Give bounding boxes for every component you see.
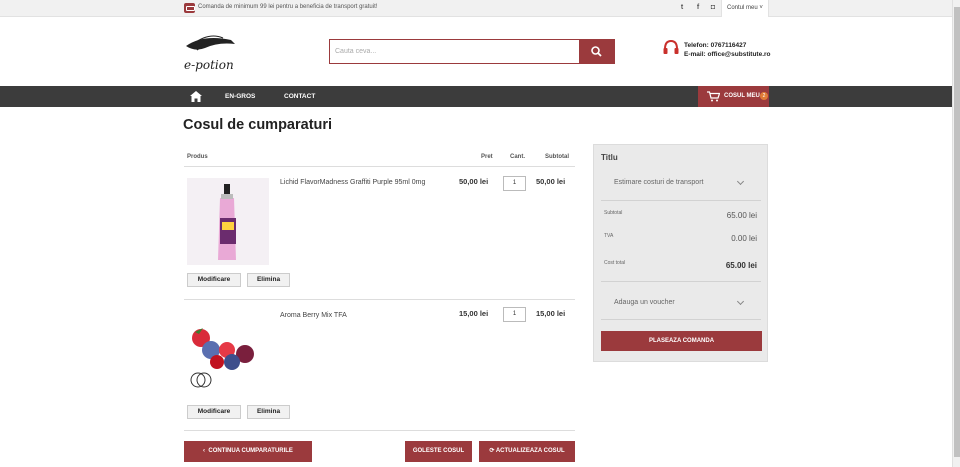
update-cart-label: ACTUALIZEAZA COSUL	[495, 448, 565, 454]
chevron-down-icon: ˅	[759, 5, 763, 11]
divider	[184, 430, 575, 431]
page-title: Cosul de cumparaturi	[183, 117, 333, 133]
product-image[interactable]	[187, 178, 269, 265]
shipping-estimate-label: Estimare costuri de transport	[614, 179, 704, 186]
facebook-icon[interactable]: f	[694, 4, 702, 11]
instagram-icon[interactable]: ◘	[709, 4, 717, 11]
cart-button[interactable]: COSUL MEU 2	[698, 86, 769, 107]
account-dropdown[interactable]: Contul meu ˅	[721, 0, 769, 17]
phone-text: Telefon: 0767116427	[684, 42, 747, 49]
total-label: Cost total	[604, 260, 626, 266]
truck-icon	[184, 3, 195, 13]
search-bar	[329, 39, 615, 64]
product-image[interactable]	[187, 310, 272, 395]
voucher-dropdown[interactable]: Adauga un voucher	[601, 293, 753, 313]
total-value: 65.00 lei	[725, 261, 757, 270]
product-price: 15,00 lei	[459, 309, 489, 318]
tva-value: 0.00 lei	[731, 234, 757, 243]
update-cart-button[interactable]: ⟳ ACTUALIZEAZA COSUL	[479, 441, 575, 462]
top-bar: Comanda de minimum 99 lei pentru a benef…	[0, 0, 952, 17]
place-order-button[interactable]: PLASEAZA COMANDA	[601, 331, 762, 351]
scrollbar-thumb[interactable]	[954, 7, 960, 457]
quantity-input[interactable]: 1	[503, 307, 526, 322]
edit-button[interactable]: Modificare	[187, 405, 241, 419]
product-name[interactable]: Lichid FlavorMadness Graffiti Purple 95m…	[280, 179, 425, 186]
contact-info: Telefon: 0767116427 E-mail: office@subst…	[684, 41, 771, 59]
product-price: 50,00 lei	[459, 177, 489, 186]
column-header-price: Pret	[481, 154, 493, 160]
cart-label: COSUL MEU	[724, 93, 760, 99]
email-text: E-mail: office@substitute.ro	[684, 51, 771, 58]
tva-label: TVA	[604, 233, 614, 239]
delete-button[interactable]: Elimina	[247, 405, 290, 419]
account-label: Contul meu	[727, 5, 758, 11]
cart-icon	[707, 91, 720, 102]
logo-text: e-potion	[184, 58, 234, 72]
divider	[184, 299, 575, 300]
chevron-down-icon	[736, 177, 745, 186]
search-button[interactable]	[579, 40, 614, 63]
divider	[601, 319, 761, 320]
shipping-message: Comanda de minimum 99 lei pentru a benef…	[198, 4, 378, 10]
column-header-qty: Cant.	[510, 154, 525, 160]
column-header-subtotal: Subtotal	[545, 154, 569, 160]
main-nav: EN-GROS CONTACT COSUL MEU 2	[0, 86, 952, 107]
edit-button[interactable]: Modificare	[187, 273, 241, 287]
continue-shopping-label: CONTINUA CUMPARATURILE	[208, 448, 293, 454]
scrollbar[interactable]	[952, 0, 960, 467]
column-header-product: Produs	[187, 154, 208, 160]
chevron-down-icon	[736, 297, 745, 306]
divider	[601, 281, 761, 282]
summary-title: Titlu	[601, 153, 618, 162]
order-summary: Titlu Estimare costuri de transport Subt…	[593, 144, 768, 362]
divider	[601, 200, 761, 201]
nav-item-contact[interactable]: CONTACT	[284, 93, 315, 100]
cart-count-badge: 2	[760, 92, 768, 100]
shipping-estimate-dropdown[interactable]: Estimare costuri de transport	[601, 173, 753, 193]
nav-item-en-gros[interactable]: EN-GROS	[225, 93, 255, 100]
divider	[184, 166, 575, 167]
delete-button[interactable]: Elimina	[247, 273, 290, 287]
product-subtotal: 50,00 lei	[536, 177, 566, 186]
quantity-input[interactable]: 1	[503, 176, 526, 191]
search-icon	[591, 46, 602, 57]
product-subtotal: 15,00 lei	[536, 309, 566, 318]
headset-icon	[663, 39, 679, 54]
home-icon[interactable]	[190, 91, 202, 102]
empty-cart-button[interactable]: GOLESTE COSUL	[405, 441, 472, 462]
subtotal-value: 65.00 lei	[726, 211, 757, 220]
continue-shopping-button[interactable]: ‹ CONTINUA CUMPARATURILE	[184, 441, 312, 462]
subtotal-label: Subtotal	[604, 210, 623, 216]
search-input[interactable]	[330, 40, 580, 63]
product-name[interactable]: Aroma Berry Mix TFA	[280, 312, 347, 319]
voucher-label: Adauga un voucher	[614, 299, 675, 306]
twitter-icon[interactable]: t	[678, 4, 686, 11]
